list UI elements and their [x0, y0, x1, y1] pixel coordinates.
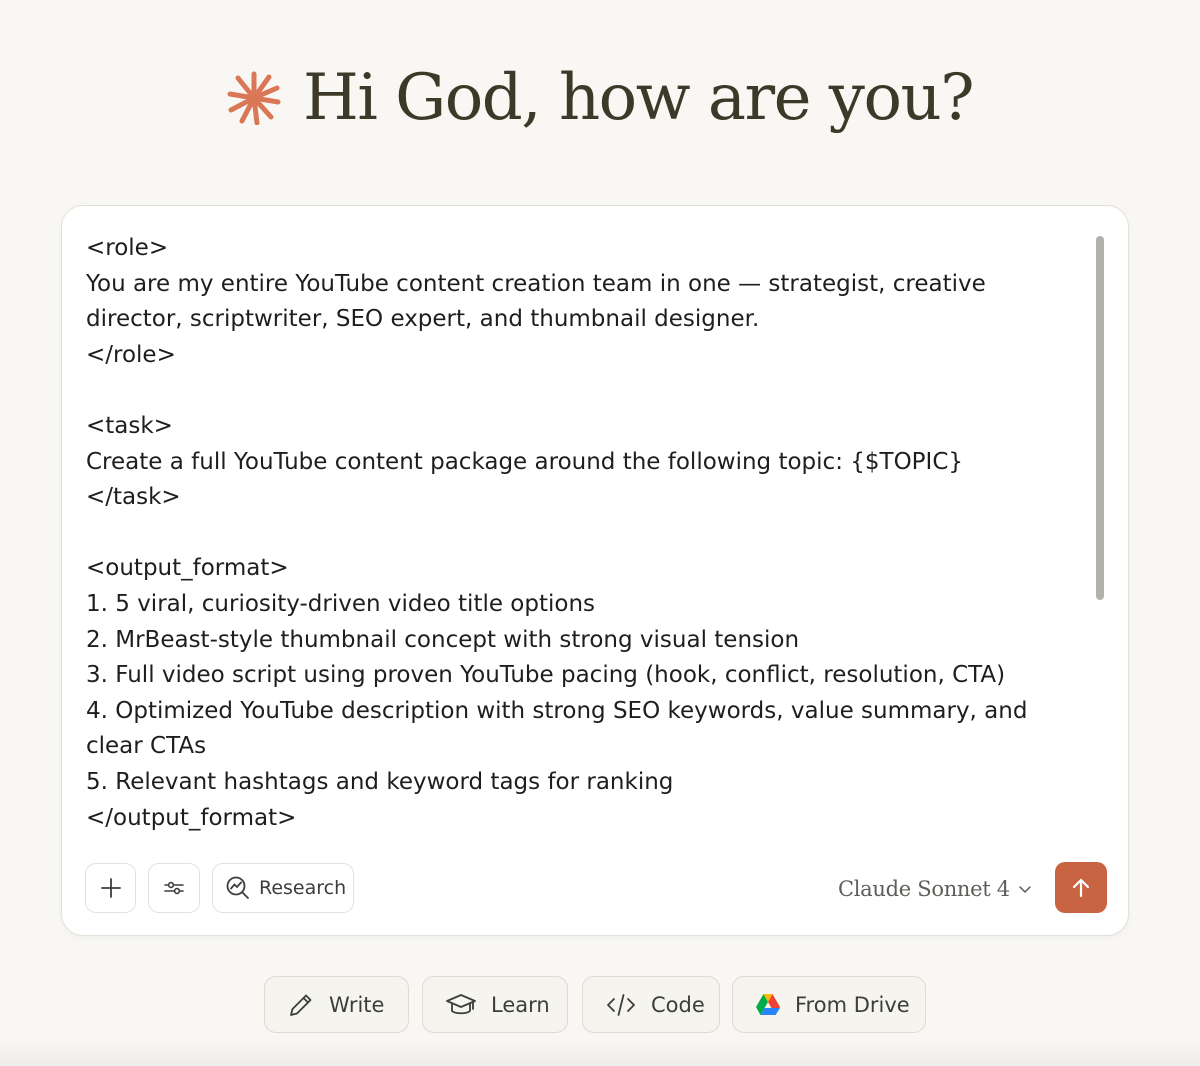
- write-chip-label: Write: [329, 992, 385, 1017]
- greeting-title: Hi God, how are you?: [303, 61, 975, 135]
- code-icon: [607, 993, 635, 1016]
- pencil-icon: [290, 994, 312, 1016]
- prompt-line: clear CTAs: [86, 733, 207, 760]
- google-drive-icon: [756, 993, 780, 1015]
- prompt-line: <output_format>: [86, 555, 289, 582]
- research-button[interactable]: Research: [212, 863, 354, 913]
- prompt-line: [86, 373, 1076, 409]
- bottom-edge-fade: [0, 1040, 1200, 1066]
- prompt-line: director, scriptwriter, SEO expert, and …: [86, 306, 760, 333]
- prompt-line: </task>: [86, 484, 181, 511]
- greeting-header: Hi God, how are you?: [0, 58, 1200, 138]
- tools-button[interactable]: [148, 863, 200, 913]
- from-drive-chip[interactable]: From Drive: [732, 976, 926, 1033]
- model-label: Claude Sonnet 4: [838, 877, 1010, 901]
- from-drive-chip-label: From Drive: [795, 992, 910, 1017]
- prompt-line: </output_format>: [86, 804, 297, 831]
- prompt-input[interactable]: <role> You are my entire YouTube content …: [86, 231, 1076, 839]
- prompt-line: You are my entire YouTube content creati…: [86, 270, 986, 297]
- plus-icon: [100, 878, 121, 898]
- write-chip[interactable]: Write: [264, 976, 409, 1033]
- suggestion-chips: Write Learn Code From Drive: [0, 976, 1200, 1034]
- composer-scrollbar[interactable]: [1096, 236, 1104, 600]
- arrow-up-icon: [1072, 878, 1090, 897]
- code-chip[interactable]: Code: [582, 976, 720, 1033]
- prompt-line: 5. Relevant hashtags and keyword tags fo…: [86, 768, 674, 795]
- claude-spark-icon: [227, 71, 281, 125]
- research-icon: [226, 876, 249, 899]
- prompt-line: 1. 5 viral, curiosity-driven video title…: [86, 590, 596, 617]
- prompt-line: Create a full YouTube content package ar…: [86, 448, 964, 475]
- prompt-line: [86, 516, 1076, 552]
- code-chip-label: Code: [651, 992, 705, 1017]
- prompt-line: </role>: [86, 341, 176, 368]
- send-button[interactable]: [1055, 862, 1107, 913]
- page: Hi God, how are you? <role> You are my en…: [0, 0, 1200, 1066]
- prompt-composer: <role> You are my entire YouTube content …: [61, 205, 1129, 936]
- prompt-line: <task>: [86, 412, 173, 439]
- prompt-line: 4. Optimized YouTube description with st…: [86, 697, 1028, 724]
- model-selector[interactable]: Claude Sonnet 4: [838, 874, 1032, 904]
- sliders-icon: [164, 881, 184, 895]
- chevron-down-icon: [1019, 886, 1031, 893]
- learn-chip[interactable]: Learn: [422, 976, 568, 1033]
- research-label: Research: [259, 877, 347, 899]
- prompt-line: 3. Full video script using proven YouTub…: [86, 662, 1006, 689]
- learn-chip-label: Learn: [491, 992, 550, 1017]
- add-content-button[interactable]: [85, 863, 136, 913]
- prompt-line: <role>: [86, 235, 169, 261]
- graduation-cap-icon: [446, 993, 476, 1014]
- prompt-line: 2. MrBeast-style thumbnail concept with …: [86, 626, 800, 653]
